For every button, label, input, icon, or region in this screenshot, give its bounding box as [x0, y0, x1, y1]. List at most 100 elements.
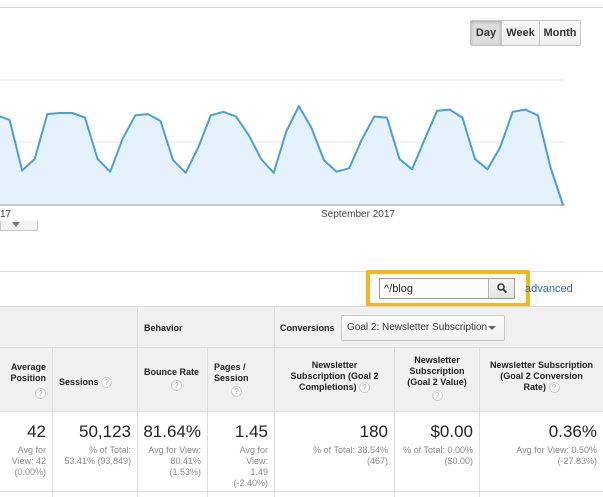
total-value: 0.36%	[548, 422, 597, 441]
help-icon[interactable]: ?	[101, 377, 113, 389]
total-pages-session: 1.45 Avg for View: 1.49 (-2.40%)	[208, 412, 275, 492]
chart-point[interactable]	[172, 159, 174, 161]
chart-point[interactable]	[272, 172, 275, 174]
filter-input[interactable]	[380, 279, 488, 298]
chart-range-handle[interactable]	[0, 221, 38, 231]
day-button[interactable]: Day	[471, 21, 502, 45]
goal-select[interactable]: Goal 2: Newsletter Subscription	[341, 315, 505, 341]
chart-point[interactable]	[122, 137, 124, 140]
chart-point[interactable]	[524, 108, 527, 111]
chart-point[interactable]	[348, 167, 351, 169]
chart-point[interactable]	[46, 113, 49, 115]
table-row	[275, 492, 395, 497]
chart-point[interactable]	[71, 112, 74, 114]
x-axis-label: September 2017	[321, 209, 395, 220]
search-button[interactable]	[488, 279, 514, 298]
col-header-goal2-completions[interactable]: Newsletter Subscription (Goal 2 Completi…	[275, 348, 395, 412]
table-row	[53, 492, 138, 497]
total-comparison: Avg for View: 42 (0.00%)	[11, 445, 46, 477]
chart-point[interactable]	[33, 158, 36, 160]
chart-point[interactable]	[436, 109, 439, 112]
total-value: $0.00	[430, 422, 473, 441]
chart-point[interactable]	[184, 172, 187, 174]
col-header-label: Newsletter Subscription (Goal 2 Value)?	[407, 355, 467, 401]
chart-point[interactable]	[147, 113, 149, 115]
help-icon[interactable]: ?	[431, 390, 443, 401]
chart-point[interactable]	[461, 116, 464, 119]
chart-point[interactable]	[549, 166, 552, 168]
chart-point[interactable]	[398, 158, 401, 160]
col-header-pages-session[interactable]: Pages / Session?	[208, 348, 275, 412]
help-icon[interactable]: ?	[548, 382, 560, 394]
total-goal2-conversion-rate: 0.36% Avg for View: 0.50% (-27.83%)	[480, 412, 603, 492]
group-header-acquisition	[0, 306, 138, 348]
x-axis-label: 17	[0, 209, 12, 220]
total-value: 180	[359, 422, 388, 441]
chart-point[interactable]	[84, 116, 86, 119]
help-icon[interactable]: ?	[359, 382, 370, 394]
chart-point[interactable]	[423, 138, 426, 141]
conversions-label: Conversions	[280, 323, 335, 333]
chart-point[interactable]	[474, 158, 476, 160]
total-goal2-value: $0.00 % of Total: 0.00% ($0.00)	[395, 412, 480, 492]
col-header-goal2-conversion-rate[interactable]: Newsletter Subscription (Goal 2 Conversi…	[480, 348, 603, 412]
table-filter	[379, 278, 515, 299]
chart-point[interactable]	[537, 114, 539, 117]
col-header-label: Bounce Rate?	[144, 367, 200, 391]
chart-point[interactable]	[285, 130, 288, 133]
chart-point[interactable]	[361, 138, 363, 141]
chart-point[interactable]	[235, 115, 237, 118]
table-row	[395, 492, 480, 497]
help-icon[interactable]: ?	[231, 386, 242, 397]
chart-point[interactable]	[499, 146, 501, 149]
total-comparison: Avg for View: 0.50% (-27.83%)	[516, 445, 597, 466]
advanced-filter-link[interactable]: advanced	[525, 283, 573, 295]
chart-point[interactable]	[222, 111, 225, 113]
col-header-sessions[interactable]: Sessions ?	[53, 348, 138, 412]
chart-point[interactable]	[159, 120, 162, 122]
chart-point[interactable]	[247, 134, 250, 136]
chart-point[interactable]	[449, 108, 451, 111]
goal-select-value: Goal 2: Newsletter Subscription	[347, 322, 488, 333]
chart-point[interactable]	[8, 119, 11, 121]
week-button[interactable]: Week	[502, 21, 540, 45]
sessions-chart	[0, 79, 565, 206]
chart-point[interactable]	[373, 115, 376, 118]
total-value: 81.64%	[143, 422, 201, 441]
chart-point[interactable]	[109, 170, 111, 173]
top-divider	[0, 7, 603, 8]
chart-point[interactable]	[386, 116, 388, 119]
col-header-average-position[interactable]: Average Position ?	[0, 348, 53, 412]
chart-point[interactable]	[486, 168, 489, 171]
chart-point[interactable]	[96, 158, 99, 160]
chart-point[interactable]	[310, 127, 313, 129]
chart-point[interactable]	[260, 158, 262, 160]
col-header-goal2-value[interactable]: Newsletter Subscription (Goal 2 Value)?	[395, 348, 480, 412]
col-header-bounce-rate[interactable]: Bounce Rate?	[138, 348, 208, 412]
chart-point[interactable]	[210, 114, 212, 117]
chart-point[interactable]	[335, 170, 338, 173]
chart-point[interactable]	[197, 146, 199, 149]
chart-point[interactable]	[21, 169, 24, 172]
chart-point[interactable]	[511, 111, 514, 113]
chart-point[interactable]	[411, 168, 413, 171]
total-value: 42	[27, 422, 46, 441]
month-button[interactable]: Month	[540, 21, 580, 45]
chart-point[interactable]	[59, 112, 61, 114]
search-icon	[497, 283, 507, 293]
chart-point[interactable]	[298, 105, 300, 107]
total-bounce-rate: 81.64% Avg for View: 80.41% (1.53%)	[138, 412, 208, 492]
chart-point[interactable]	[134, 114, 137, 117]
total-average-position: 42 Avg for View: 42 (0.00%)	[0, 412, 53, 492]
total-comparison: % of Total: 53.41% (93,849)	[64, 445, 131, 466]
help-icon[interactable]: ?	[171, 380, 182, 391]
total-value: 1.45	[234, 422, 268, 441]
help-icon[interactable]: ?	[35, 388, 46, 399]
table-row	[138, 492, 208, 497]
caret-down-icon	[12, 222, 20, 227]
chart-area-fill	[0, 106, 563, 205]
data-table: Behavior Conversions Goal 2: Newsletter …	[0, 306, 603, 497]
total-sessions: 50,123 % of Total: 53.41% (93,849)	[53, 412, 138, 492]
chart-point[interactable]	[323, 159, 325, 161]
behavior-label: Behavior	[144, 323, 183, 333]
